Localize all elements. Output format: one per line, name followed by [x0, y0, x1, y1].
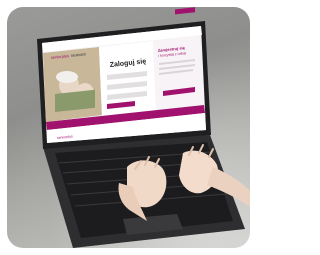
photo-card: seniorplus nextcare Zaloguj się Zarejest…	[7, 7, 250, 248]
senior-hair	[56, 71, 78, 83]
login-fields	[107, 71, 147, 100]
topbar-button	[175, 7, 195, 15]
laptop-scene: seniorplus nextcare Zaloguj się Zarejest…	[37, 7, 250, 248]
